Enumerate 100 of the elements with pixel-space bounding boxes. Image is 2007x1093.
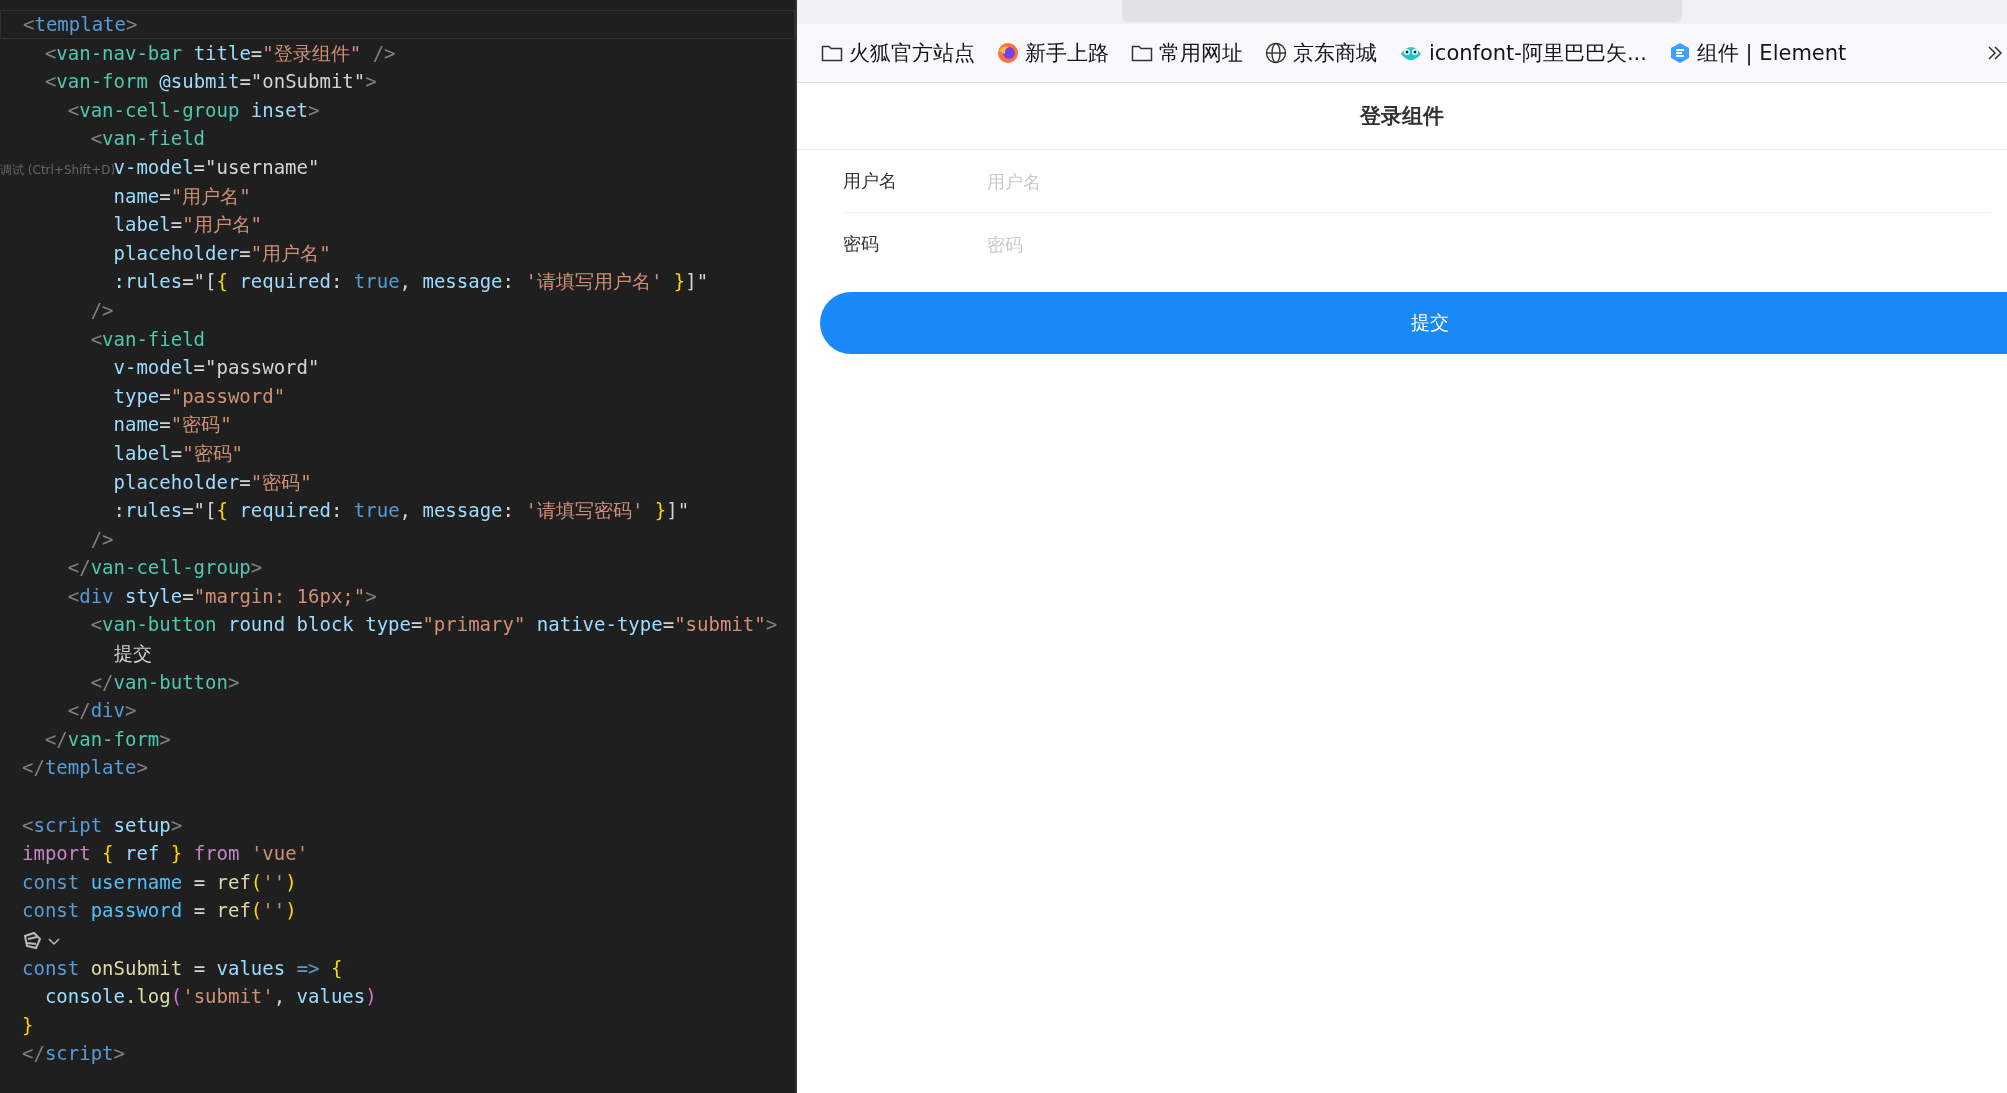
code-text: ="password" xyxy=(193,356,320,379)
code-text: = xyxy=(170,213,183,236)
code-string: "用户名" xyxy=(182,213,263,236)
code-tag: div xyxy=(90,699,125,722)
code-keyword: const xyxy=(22,870,80,893)
code-function: ref xyxy=(216,870,251,893)
code-string: "用户名" xyxy=(250,241,331,264)
submit-button[interactable]: 提交 xyxy=(820,292,2007,354)
code-function: onSubmit xyxy=(90,956,183,979)
code-keyword: const xyxy=(22,956,80,979)
more-chevron-icon[interactable] xyxy=(1987,44,2003,62)
code-punctuation: </ xyxy=(67,556,91,579)
code-text: = xyxy=(239,241,251,264)
code-tag: van-field xyxy=(102,127,206,150)
folder-icon xyxy=(821,44,843,62)
code-string: 'submit' xyxy=(182,985,274,1008)
code-brace: } xyxy=(22,1013,34,1036)
code-string: "用户名" xyxy=(170,184,251,207)
code-identifier: values xyxy=(296,985,366,1008)
code-string: "密码" xyxy=(250,470,312,493)
code-punctuation: /> xyxy=(90,298,114,321)
code-tag: div xyxy=(79,584,114,607)
code-identifier: setup xyxy=(113,813,171,836)
globe-icon xyxy=(1265,42,1287,64)
field-label: 密码 xyxy=(843,232,880,256)
code-identifier: title xyxy=(193,41,251,64)
code-identifier: name xyxy=(113,413,160,436)
code-tag: van-cell-group xyxy=(90,556,251,579)
code-brace: } xyxy=(170,842,183,865)
code-punctuation: < xyxy=(90,613,103,636)
code-punctuation: /> xyxy=(372,41,396,64)
bookmark-item[interactable]: iconfont-阿里巴巴矢... xyxy=(1399,39,1647,67)
code-punctuation: > xyxy=(365,584,377,607)
code-text: ="[ xyxy=(182,499,217,522)
code-tag: van-field xyxy=(102,327,206,350)
code-tag: script xyxy=(44,1042,114,1065)
code-string: '' xyxy=(262,870,286,893)
code-punctuation: > xyxy=(136,756,148,779)
code-identifier: label xyxy=(113,213,171,236)
code-text: = xyxy=(193,899,206,922)
code-text: = xyxy=(662,613,675,636)
code-identifier: @submit xyxy=(159,70,240,93)
code-identifier: label xyxy=(113,441,171,464)
code-punctuation: </ xyxy=(22,756,45,779)
bookmark-item[interactable]: 火狐官方站点 xyxy=(821,39,975,67)
code-string: '' xyxy=(262,899,286,922)
code-text: = xyxy=(182,584,194,607)
code-string: "password" xyxy=(170,384,286,407)
code-string: "margin: 16px;" xyxy=(193,584,366,607)
code-identifier: round block type xyxy=(227,613,411,636)
code-text: 提交 xyxy=(113,642,152,665)
code-variable: username xyxy=(90,870,183,893)
bookmark-item[interactable]: 组件 | Element xyxy=(1668,39,1847,67)
code-text: = xyxy=(410,613,423,636)
code-punctuation: < xyxy=(90,327,103,350)
code-tag: script xyxy=(33,813,103,836)
code-identifier: name xyxy=(113,184,160,207)
code-punctuation: < xyxy=(67,584,80,607)
code-identifier: native-type xyxy=(536,613,663,636)
code-text: : xyxy=(330,499,343,522)
code-punctuation: </ xyxy=(90,670,114,693)
code-punctuation: > xyxy=(125,699,137,722)
bookmark-item[interactable]: 京东商城 xyxy=(1265,39,1377,67)
code-keyword: true xyxy=(353,499,400,522)
code-punctuation: > xyxy=(308,98,320,121)
field-label: 用户名 xyxy=(843,169,898,193)
code-identifier: :rules xyxy=(113,270,183,293)
code-punctuation: </ xyxy=(44,727,68,750)
code-identifier: style xyxy=(125,584,183,607)
code-punctuation: > xyxy=(227,670,240,693)
code-brace: ) xyxy=(285,870,297,893)
code-keyword: from xyxy=(193,842,240,865)
code-text: = xyxy=(159,413,171,436)
code-punctuation: < xyxy=(90,127,103,150)
code-brace: } xyxy=(673,270,686,293)
fox-globe-icon xyxy=(997,42,1019,64)
code-paren: ) xyxy=(365,985,377,1008)
code-identifier: ref xyxy=(125,842,160,865)
code-identifier: placeholder xyxy=(113,470,240,493)
code-punctuation: > xyxy=(125,13,138,35)
bookmark-item[interactable]: 新手上路 xyxy=(997,39,1109,67)
code-identifier: required xyxy=(239,270,331,293)
code-identifier: console xyxy=(44,985,125,1008)
code-tag: template xyxy=(34,13,126,35)
code-text: , xyxy=(399,270,412,293)
code-brace: { xyxy=(216,499,228,522)
code-identifier: message xyxy=(422,499,503,522)
bookmark-item[interactable]: 常用网址 xyxy=(1131,39,1243,67)
code-text: ="onSubmit" xyxy=(239,70,366,93)
code-text: = xyxy=(193,956,206,979)
code-identifier: v-model xyxy=(113,356,194,379)
code-punctuation: </ xyxy=(22,1042,45,1065)
code-text: = xyxy=(159,384,171,407)
nav-title: 登录组件 xyxy=(1360,103,1444,130)
ai-assistant-icon[interactable] xyxy=(22,930,62,951)
hexagon-icon xyxy=(1668,42,1691,64)
code-punctuation: < xyxy=(22,813,34,836)
code-identifier: required xyxy=(239,499,331,522)
code-string: "primary" xyxy=(422,613,526,636)
code-tag: template xyxy=(44,756,137,779)
